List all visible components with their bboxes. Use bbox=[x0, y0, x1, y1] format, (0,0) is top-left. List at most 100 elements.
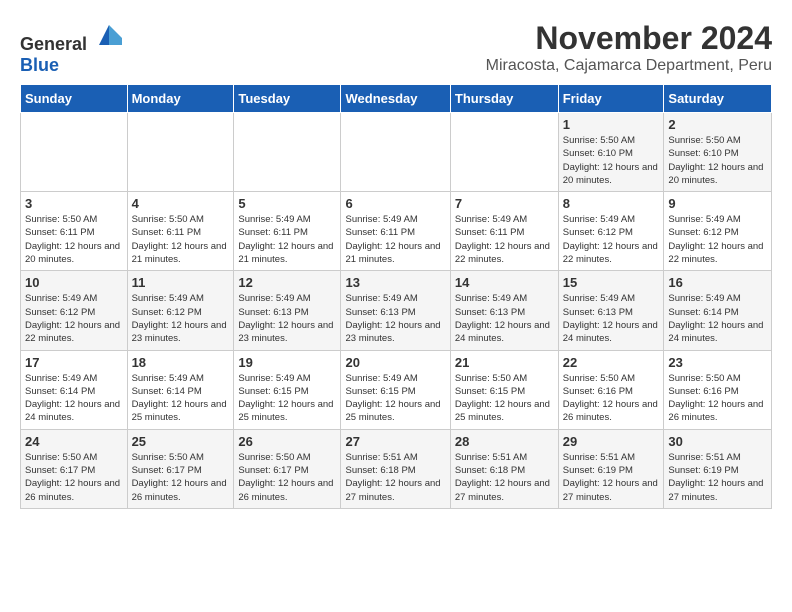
day-info: Sunrise: 5:50 AM Sunset: 6:10 PM Dayligh… bbox=[668, 134, 767, 187]
calendar-cell: 5Sunrise: 5:49 AM Sunset: 6:11 PM Daylig… bbox=[234, 192, 341, 271]
day-info: Sunrise: 5:50 AM Sunset: 6:17 PM Dayligh… bbox=[25, 451, 123, 504]
day-number: 7 bbox=[455, 196, 554, 211]
day-number: 5 bbox=[238, 196, 336, 211]
calendar-cell: 4 Sunrise: 5:50 AM Sunset: 6:11 PM Daylig… bbox=[127, 192, 234, 271]
day-info: Sunrise: 5:50 AM Sunset: 6:16 PM Dayligh… bbox=[668, 372, 767, 425]
logo-icon bbox=[94, 20, 124, 50]
title-section: November 2024 Miracosta, Cajamarca Depar… bbox=[486, 20, 772, 75]
calendar-cell: 14 Sunrise: 5:49 AM Sunset: 6:13 PM Dayli… bbox=[450, 271, 558, 350]
day-number: 4 bbox=[132, 196, 230, 211]
calendar-cell: 8 Sunrise: 5:49 AM Sunset: 6:12 PM Daylig… bbox=[558, 192, 664, 271]
day-info: Sunrise: 5:49 AM Sunset: 6:15 PM Dayligh… bbox=[238, 372, 336, 425]
day-number: 29 bbox=[563, 434, 660, 449]
day-info: Sunrise: 5:49 AM Sunset: 6:13 PM Dayligh… bbox=[455, 292, 554, 345]
calendar-week-2: 3Sunrise: 5:50 AM Sunset: 6:11 PM Daylig… bbox=[21, 192, 772, 271]
calendar-cell: 24 Sunrise: 5:50 AM Sunset: 6:17 PM Dayli… bbox=[21, 429, 128, 508]
calendar-cell: 26 Sunrise: 5:50 AM Sunset: 6:17 PM Dayli… bbox=[234, 429, 341, 508]
calendar-cell: 9 Sunrise: 5:49 AM Sunset: 6:12 PM Daylig… bbox=[664, 192, 772, 271]
day-number: 2 bbox=[668, 117, 767, 132]
day-info: Sunrise: 5:49 AM Sunset: 6:13 PM Dayligh… bbox=[238, 292, 336, 345]
calendar-cell: 10 Sunrise: 5:49 AM Sunset: 6:12 PM Dayli… bbox=[21, 271, 128, 350]
day-info: Sunrise: 5:49 AM Sunset: 6:13 PM Dayligh… bbox=[345, 292, 445, 345]
calendar-cell: 17Sunrise: 5:49 AM Sunset: 6:14 PM Dayli… bbox=[21, 350, 128, 429]
calendar-cell: 7Sunrise: 5:49 AM Sunset: 6:11 PM Daylig… bbox=[450, 192, 558, 271]
calendar-cell: 20Sunrise: 5:49 AM Sunset: 6:15 PM Dayli… bbox=[341, 350, 450, 429]
calendar-cell: 16 Sunrise: 5:49 AM Sunset: 6:14 PM Dayli… bbox=[664, 271, 772, 350]
day-info: Sunrise: 5:49 AM Sunset: 6:15 PM Dayligh… bbox=[345, 372, 445, 425]
weekday-header-tuesday: Tuesday bbox=[234, 85, 341, 113]
main-title: November 2024 bbox=[486, 20, 772, 57]
day-number: 13 bbox=[345, 275, 445, 290]
weekday-header-wednesday: Wednesday bbox=[341, 85, 450, 113]
day-info: Sunrise: 5:49 AM Sunset: 6:12 PM Dayligh… bbox=[563, 213, 660, 266]
day-number: 18 bbox=[132, 355, 230, 370]
calendar-cell: 29 Sunrise: 5:51 AM Sunset: 6:19 PM Dayli… bbox=[558, 429, 664, 508]
page-header: General Blue November 2024 Miracosta, Ca… bbox=[20, 20, 772, 76]
calendar-cell: 27 Sunrise: 5:51 AM Sunset: 6:18 PM Dayli… bbox=[341, 429, 450, 508]
day-number: 15 bbox=[563, 275, 660, 290]
day-number: 24 bbox=[25, 434, 123, 449]
day-number: 12 bbox=[238, 275, 336, 290]
day-info: Sunrise: 5:50 AM Sunset: 6:17 PM Dayligh… bbox=[132, 451, 230, 504]
day-info: Sunrise: 5:51 AM Sunset: 6:19 PM Dayligh… bbox=[668, 451, 767, 504]
logo-general: General bbox=[20, 34, 87, 54]
day-info: Sunrise: 5:50 AM Sunset: 6:10 PM Dayligh… bbox=[563, 134, 660, 187]
day-info: Sunrise: 5:49 AM Sunset: 6:12 PM Dayligh… bbox=[132, 292, 230, 345]
day-info: Sunrise: 5:49 AM Sunset: 6:14 PM Dayligh… bbox=[25, 372, 123, 425]
day-number: 9 bbox=[668, 196, 767, 211]
calendar-cell: 19Sunrise: 5:49 AM Sunset: 6:15 PM Dayli… bbox=[234, 350, 341, 429]
day-info: Sunrise: 5:50 AM Sunset: 6:16 PM Dayligh… bbox=[563, 372, 660, 425]
logo-text: General Blue bbox=[20, 20, 124, 76]
day-number: 30 bbox=[668, 434, 767, 449]
day-info: Sunrise: 5:49 AM Sunset: 6:14 PM Dayligh… bbox=[668, 292, 767, 345]
calendar-cell: 6 Sunrise: 5:49 AM Sunset: 6:11 PM Daylig… bbox=[341, 192, 450, 271]
day-info: Sunrise: 5:50 AM Sunset: 6:11 PM Dayligh… bbox=[25, 213, 123, 266]
calendar-cell: 22 Sunrise: 5:50 AM Sunset: 6:16 PM Dayli… bbox=[558, 350, 664, 429]
day-info: Sunrise: 5:49 AM Sunset: 6:13 PM Dayligh… bbox=[563, 292, 660, 345]
calendar-cell: 11Sunrise: 5:49 AM Sunset: 6:12 PM Dayli… bbox=[127, 271, 234, 350]
calendar-week-5: 24 Sunrise: 5:50 AM Sunset: 6:17 PM Dayli… bbox=[21, 429, 772, 508]
weekday-header-saturday: Saturday bbox=[664, 85, 772, 113]
calendar-week-4: 17Sunrise: 5:49 AM Sunset: 6:14 PM Dayli… bbox=[21, 350, 772, 429]
weekday-header-friday: Friday bbox=[558, 85, 664, 113]
day-info: Sunrise: 5:50 AM Sunset: 6:11 PM Dayligh… bbox=[132, 213, 230, 266]
day-info: Sunrise: 5:49 AM Sunset: 6:12 PM Dayligh… bbox=[25, 292, 123, 345]
calendar-cell: 3Sunrise: 5:50 AM Sunset: 6:11 PM Daylig… bbox=[21, 192, 128, 271]
day-number: 10 bbox=[25, 275, 123, 290]
calendar-cell: 21 Sunrise: 5:50 AM Sunset: 6:15 PM Dayli… bbox=[450, 350, 558, 429]
day-info: Sunrise: 5:49 AM Sunset: 6:11 PM Dayligh… bbox=[345, 213, 445, 266]
day-number: 6 bbox=[345, 196, 445, 211]
day-number: 8 bbox=[563, 196, 660, 211]
calendar-cell: 25 Sunrise: 5:50 AM Sunset: 6:17 PM Dayli… bbox=[127, 429, 234, 508]
logo-blue: Blue bbox=[20, 55, 59, 75]
day-number: 26 bbox=[238, 434, 336, 449]
day-info: Sunrise: 5:50 AM Sunset: 6:17 PM Dayligh… bbox=[238, 451, 336, 504]
day-info: Sunrise: 5:50 AM Sunset: 6:15 PM Dayligh… bbox=[455, 372, 554, 425]
calendar-cell: 13 Sunrise: 5:49 AM Sunset: 6:13 PM Dayli… bbox=[341, 271, 450, 350]
day-info: Sunrise: 5:51 AM Sunset: 6:19 PM Dayligh… bbox=[563, 451, 660, 504]
day-number: 21 bbox=[455, 355, 554, 370]
day-number: 27 bbox=[345, 434, 445, 449]
calendar-table: SundayMondayTuesdayWednesdayThursdayFrid… bbox=[20, 84, 772, 509]
day-number: 16 bbox=[668, 275, 767, 290]
calendar-cell: 12 Sunrise: 5:49 AM Sunset: 6:13 PM Dayli… bbox=[234, 271, 341, 350]
calendar-week-3: 10 Sunrise: 5:49 AM Sunset: 6:12 PM Dayli… bbox=[21, 271, 772, 350]
day-number: 28 bbox=[455, 434, 554, 449]
calendar-cell: 1 Sunrise: 5:50 AM Sunset: 6:10 PM Daylig… bbox=[558, 113, 664, 192]
calendar-cell bbox=[450, 113, 558, 192]
day-number: 23 bbox=[668, 355, 767, 370]
day-info: Sunrise: 5:49 AM Sunset: 6:12 PM Dayligh… bbox=[668, 213, 767, 266]
calendar-cell: 18Sunrise: 5:49 AM Sunset: 6:14 PM Dayli… bbox=[127, 350, 234, 429]
day-info: Sunrise: 5:51 AM Sunset: 6:18 PM Dayligh… bbox=[455, 451, 554, 504]
calendar-cell bbox=[234, 113, 341, 192]
day-info: Sunrise: 5:51 AM Sunset: 6:18 PM Dayligh… bbox=[345, 451, 445, 504]
calendar-cell: 23 Sunrise: 5:50 AM Sunset: 6:16 PM Dayli… bbox=[664, 350, 772, 429]
day-number: 25 bbox=[132, 434, 230, 449]
calendar-cell: 2 Sunrise: 5:50 AM Sunset: 6:10 PM Daylig… bbox=[664, 113, 772, 192]
day-number: 14 bbox=[455, 275, 554, 290]
day-number: 22 bbox=[563, 355, 660, 370]
weekday-header-thursday: Thursday bbox=[450, 85, 558, 113]
calendar-cell bbox=[341, 113, 450, 192]
day-number: 1 bbox=[563, 117, 660, 132]
subtitle: Miracosta, Cajamarca Department, Peru bbox=[486, 57, 772, 75]
